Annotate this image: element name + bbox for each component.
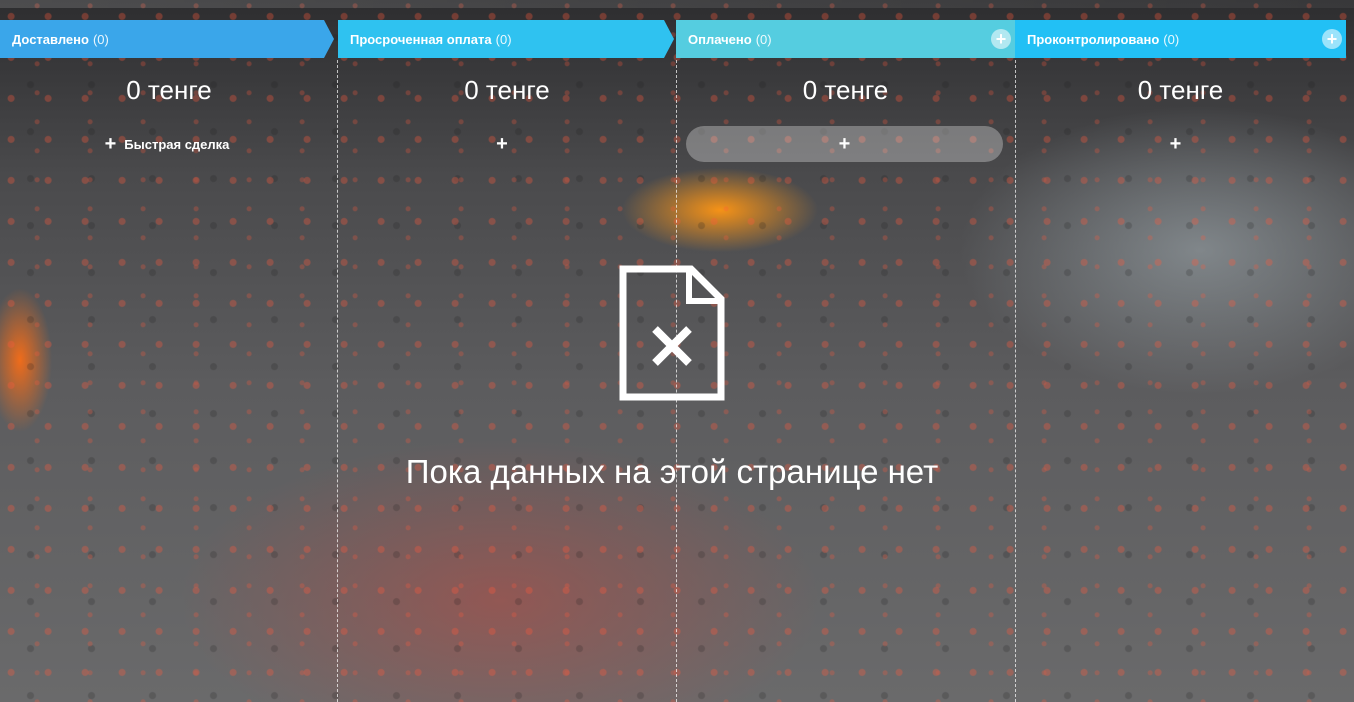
stage-sum: 0 тенге [1137,75,1224,105]
stage-count: (0) [92,31,109,47]
add-deal-button[interactable]: + [338,126,666,162]
stage-header-overdue[interactable]: Просроченная оплата (0) [338,20,674,58]
top-toolbar-strip [0,0,1354,8]
plus-icon: + [1169,132,1182,155]
plus-icon: + [496,132,508,155]
stage-column-controlled: Проконтролировано (0) + 0 тенге + [1015,20,1346,702]
stage-sum: 0 тенге [802,75,889,105]
stage-sum: 0 тенге [126,75,212,105]
quick-deal-label: Быстрая сделка [124,136,230,152]
stage-title: Просроченная оплата [350,31,492,47]
stage-header-controlled[interactable]: Проконтролировано (0) + [1015,20,1346,58]
add-deal-button[interactable]: + [686,126,1003,162]
stage-title: Проконтролировано [1027,31,1160,47]
add-deal-button[interactable]: + [1015,126,1336,162]
add-stage-icon[interactable]: + [1322,29,1342,49]
stage-sum: 0 тенге [464,75,550,105]
stage-title: Доставлено [12,31,89,47]
empty-state: Пока данных на этой странице нет [372,265,972,491]
stage-column-delivered: Доставлено (0) 0 тенге + Быстрая сделка [0,20,338,702]
plus-icon: + [838,132,851,155]
stage-count: (0) [1163,31,1180,47]
stage-count: (0) [755,31,772,47]
add-stage-icon[interactable]: + [991,29,1011,49]
stage-header-delivered[interactable]: Доставлено (0) [0,20,334,58]
stage-title: Оплачено [688,31,752,47]
quick-deal-button[interactable]: + Быстрая сделка [10,126,324,162]
stage-header-paid[interactable]: Оплачено (0) + [676,20,1015,58]
empty-state-text: Пока данных на этой странице нет [405,453,939,490]
stage-count: (0) [495,31,512,47]
document-x-icon [619,265,725,401]
plus-icon: + [104,132,117,155]
